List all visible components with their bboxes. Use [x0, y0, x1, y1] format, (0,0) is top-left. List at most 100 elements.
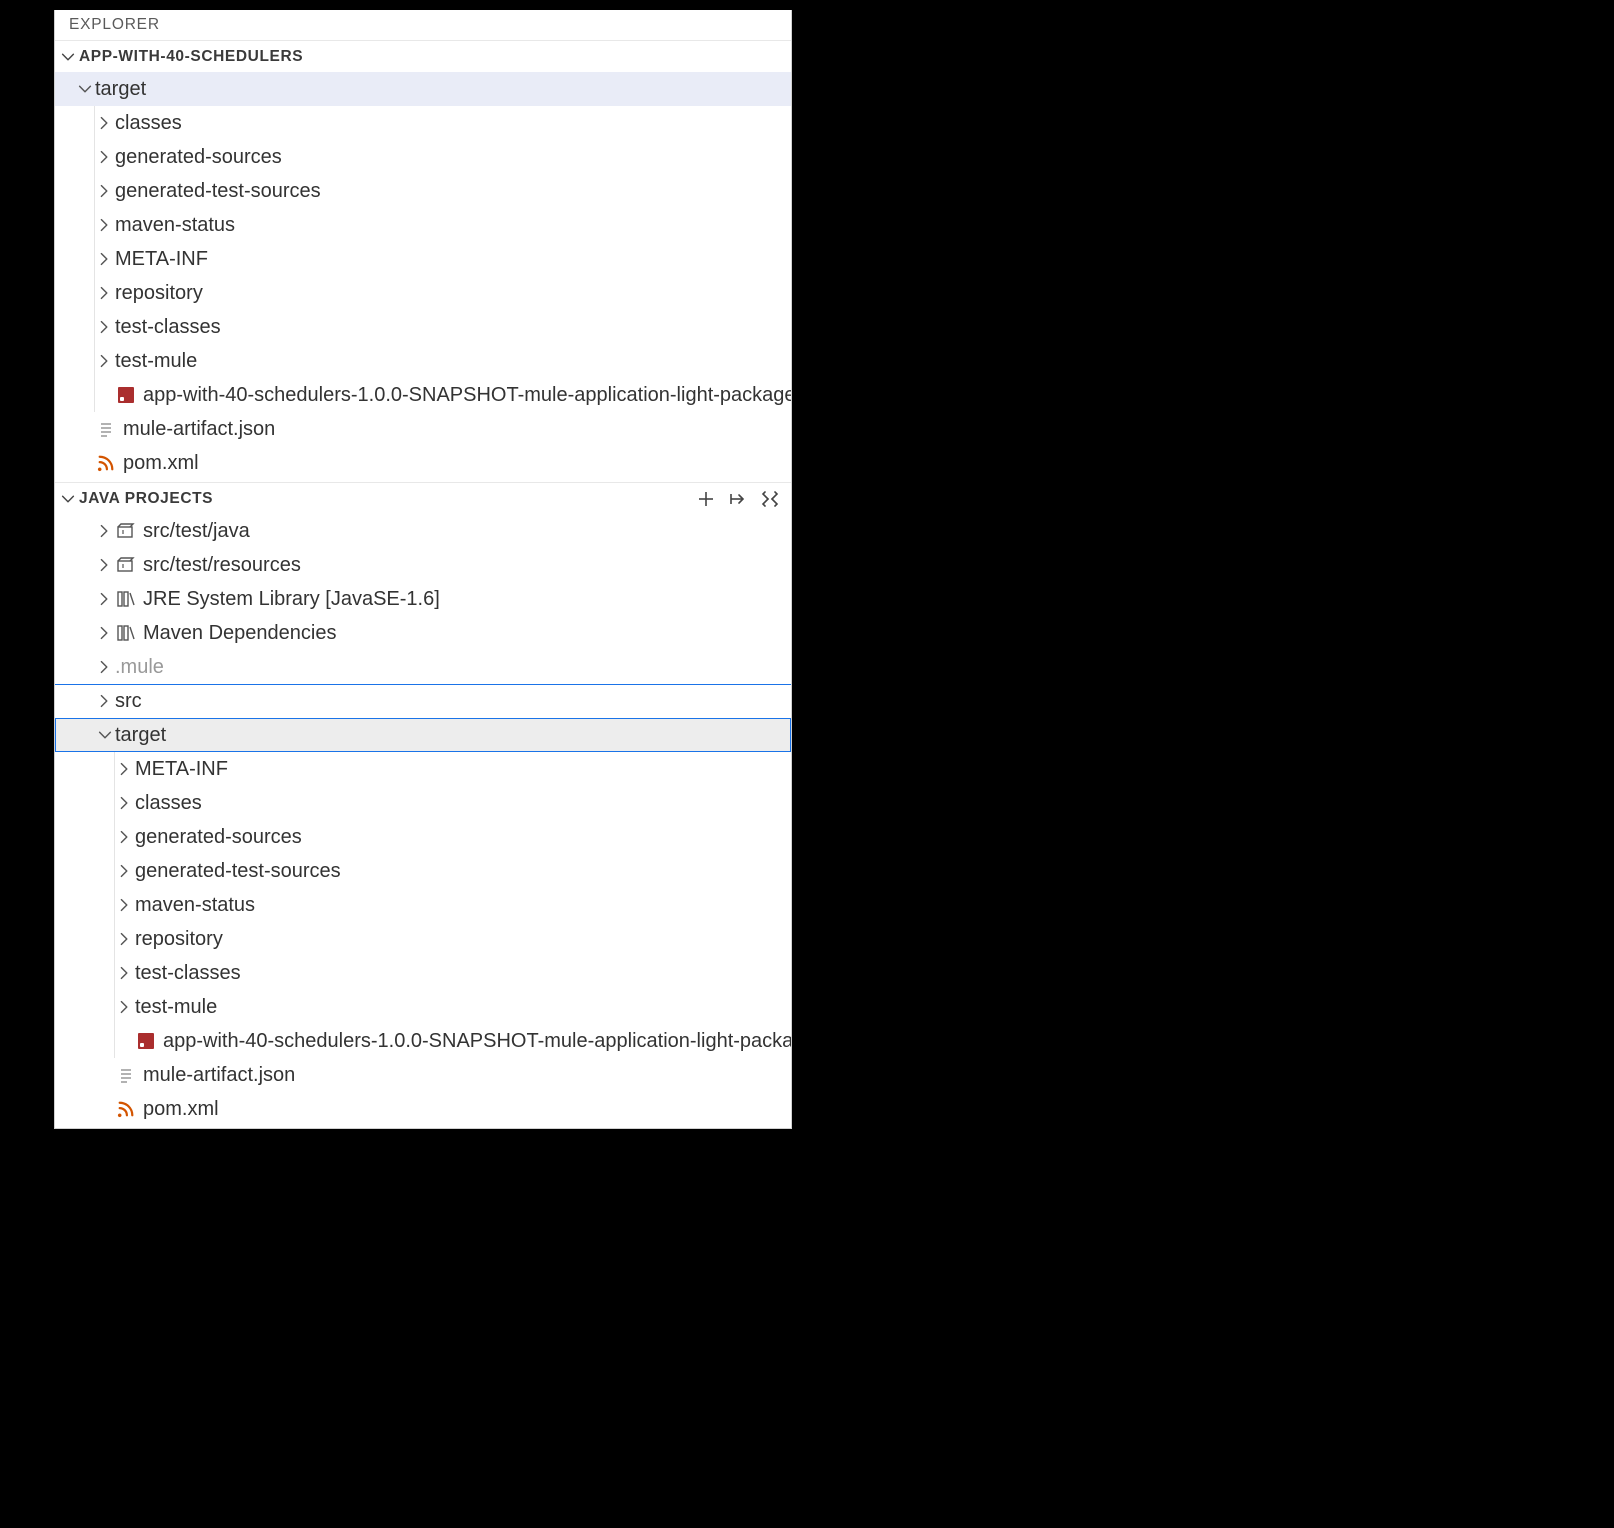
entry-label: JRE System Library [JavaSE-1.6]	[143, 588, 440, 611]
folder-test-mule[interactable]: test-mule	[55, 990, 791, 1024]
section-title: JAVA PROJECTS	[79, 490, 213, 508]
folder-label: classes	[115, 112, 182, 135]
project-entry[interactable]: src/test/java	[55, 514, 791, 548]
jar-file-icon	[115, 387, 137, 403]
project-entry[interactable]: src/test/resources	[55, 548, 791, 582]
folder-repository[interactable]: repository	[55, 922, 791, 956]
package-icon	[115, 521, 137, 541]
file-jar[interactable]: app-with-40-schedulers-1.0.0-SNAPSHOT-mu…	[55, 1024, 791, 1058]
java-projects-section-header[interactable]: JAVA PROJECTS	[55, 482, 791, 514]
chevron-right-icon	[115, 964, 135, 982]
folder-label: repository	[115, 282, 203, 305]
chevron-right-icon	[115, 794, 135, 812]
arrow-callout-icon	[54, 350, 57, 390]
chevron-right-icon	[95, 658, 115, 676]
package-icon	[115, 555, 137, 575]
export-icon[interactable]	[727, 488, 749, 510]
file-label: mule-artifact.json	[123, 418, 275, 441]
file-label: pom.xml	[143, 1098, 219, 1121]
folder-generated-test-sources[interactable]: generated-test-sources	[55, 174, 791, 208]
file-label: pom.xml	[123, 452, 199, 475]
folder-meta-inf[interactable]: META-INF	[55, 752, 791, 786]
chevron-right-icon	[115, 930, 135, 948]
file-label: app-with-40-schedulers-1.0.0-SNAPSHOT-mu…	[163, 1030, 792, 1053]
file-label: app-with-40-schedulers-1.0.0-SNAPSHOT-mu…	[143, 384, 792, 407]
add-icon[interactable]	[695, 488, 717, 510]
chevron-right-icon	[95, 114, 115, 132]
chevron-right-icon	[115, 760, 135, 778]
folder-label: test-mule	[115, 350, 197, 373]
folder-generated-test-sources[interactable]: generated-test-sources	[55, 854, 791, 888]
folder-label: generated-test-sources	[115, 180, 321, 203]
chevron-down-icon	[75, 80, 95, 98]
project-entry[interactable]: Maven Dependencies	[55, 616, 791, 650]
workspace-name: APP-WITH-40-SCHEDULERS	[79, 48, 303, 66]
chevron-right-icon	[95, 284, 115, 302]
project-entry[interactable]: src	[55, 684, 791, 718]
workspace-section-header[interactable]: APP-WITH-40-SCHEDULERS	[55, 40, 791, 72]
file-label: mule-artifact.json	[143, 1064, 295, 1087]
chevron-down-icon	[95, 726, 115, 744]
chevron-right-icon	[115, 896, 135, 914]
jar-file-icon	[135, 1033, 157, 1049]
library-icon	[115, 623, 137, 643]
file-pom[interactable]: pom.xml	[55, 1092, 791, 1126]
folder-target[interactable]: target	[55, 718, 791, 752]
arrow-callout-icon	[54, 996, 57, 1036]
folder-label: classes	[135, 792, 202, 815]
folder-label: maven-status	[115, 214, 235, 237]
entry-label: .mule	[115, 656, 164, 679]
chevron-right-icon	[95, 352, 115, 370]
folder-generated-sources[interactable]: generated-sources	[55, 820, 791, 854]
folder-label: maven-status	[135, 894, 255, 917]
folder-target[interactable]: target	[55, 72, 791, 106]
folder-label: generated-sources	[115, 146, 282, 169]
explorer-title: EXPLORER	[55, 10, 791, 40]
workspace-tree: target classes generated-sources generated…	[55, 72, 791, 482]
folder-label: test-classes	[115, 316, 221, 339]
xml-file-icon	[95, 453, 117, 473]
entry-label: src	[115, 690, 142, 713]
folder-label: generated-test-sources	[135, 860, 341, 883]
folder-label: test-classes	[135, 962, 241, 985]
library-icon	[115, 589, 137, 609]
folder-generated-sources[interactable]: generated-sources	[55, 140, 791, 174]
file-jar[interactable]: app-with-40-schedulers-1.0.0-SNAPSHOT-mu…	[55, 378, 791, 412]
file-mule-artifact[interactable]: mule-artifact.json	[55, 412, 791, 446]
chevron-right-icon	[115, 862, 135, 880]
folder-classes[interactable]: classes	[55, 786, 791, 820]
explorer-panel: EXPLORER APP-WITH-40-SCHEDULERS target c…	[54, 10, 792, 1129]
chevron-right-icon	[95, 590, 115, 608]
folder-repository[interactable]: repository	[55, 276, 791, 310]
chevron-right-icon	[95, 318, 115, 336]
tools-icon[interactable]	[759, 488, 781, 510]
folder-maven-status[interactable]: maven-status	[55, 888, 791, 922]
folder-label: META-INF	[135, 758, 228, 781]
folder-test-classes[interactable]: test-classes	[55, 310, 791, 344]
chevron-right-icon	[95, 522, 115, 540]
folder-label: META-INF	[115, 248, 208, 271]
chevron-right-icon	[95, 148, 115, 166]
folder-label: target	[115, 724, 166, 747]
entry-label: Maven Dependencies	[143, 622, 336, 645]
chevron-right-icon	[95, 182, 115, 200]
chevron-right-icon	[95, 250, 115, 268]
chevron-right-icon	[95, 692, 115, 710]
folder-test-classes[interactable]: test-classes	[55, 956, 791, 990]
folder-label: repository	[135, 928, 223, 951]
chevron-right-icon	[95, 556, 115, 574]
folder-label: generated-sources	[135, 826, 302, 849]
chevron-down-icon	[59, 48, 77, 66]
folder-maven-status[interactable]: maven-status	[55, 208, 791, 242]
folder-meta-inf[interactable]: META-INF	[55, 242, 791, 276]
chevron-right-icon	[95, 624, 115, 642]
text-file-icon	[115, 1065, 137, 1085]
project-entry[interactable]: JRE System Library [JavaSE-1.6]	[55, 582, 791, 616]
folder-classes[interactable]: classes	[55, 106, 791, 140]
project-entry[interactable]: .mule	[55, 650, 791, 684]
file-mule-artifact[interactable]: mule-artifact.json	[55, 1058, 791, 1092]
folder-test-mule[interactable]: test-mule	[55, 344, 791, 378]
java-projects-tree: src/test/javasrc/test/resources JRE Syste…	[55, 514, 791, 1128]
chevron-right-icon	[115, 828, 135, 846]
file-pom[interactable]: pom.xml	[55, 446, 791, 480]
